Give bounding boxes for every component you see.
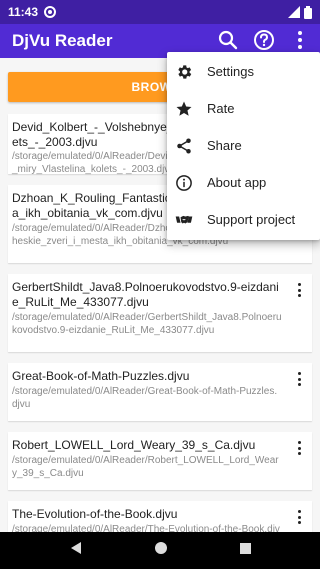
file-item[interactable]: Robert_LOWELL_Lord_Weary_39_s_Ca.djvu /s… — [8, 432, 312, 490]
more-options-icon[interactable] — [288, 28, 312, 52]
file-path: /storage/emulated/0/AlReader/Great-Book-… — [12, 386, 278, 410]
menu-label: About app — [207, 175, 267, 190]
status-time: 11:43 — [8, 5, 39, 19]
info-icon — [175, 174, 193, 192]
search-icon[interactable] — [216, 28, 240, 52]
status-bar: 11:43 — [0, 0, 320, 24]
battery-icon — [304, 5, 312, 19]
item-menu-icon[interactable] — [292, 280, 306, 300]
menu-item-about[interactable]: About app — [167, 164, 320, 201]
back-icon[interactable] — [69, 541, 83, 560]
file-name: Robert_LOWELL_Lord_Weary_39_s_Ca.djvu — [12, 438, 256, 452]
overflow-menu: Settings Rate Share About app Support pr… — [167, 52, 320, 240]
gear-icon — [175, 63, 193, 81]
share-icon — [175, 137, 193, 155]
home-icon[interactable] — [153, 540, 169, 561]
menu-item-rate[interactable]: Rate — [167, 90, 320, 127]
menu-item-settings[interactable]: Settings — [167, 53, 320, 90]
handshake-icon — [175, 211, 193, 229]
file-name: The-Evolution-of-the-Book.djvu — [12, 507, 178, 521]
recents-icon[interactable] — [239, 542, 252, 560]
menu-label: Support project — [207, 212, 296, 227]
item-menu-icon[interactable] — [292, 507, 306, 527]
app-title: DjVu Reader — [12, 31, 113, 50]
signal-icon — [288, 6, 300, 18]
menu-label: Settings — [207, 64, 254, 79]
item-menu-icon[interactable] — [292, 369, 306, 389]
menu-item-share[interactable]: Share — [167, 127, 320, 164]
navigation-bar — [0, 532, 320, 569]
menu-label: Rate — [207, 101, 235, 116]
file-item[interactable]: Great-Book-of-Math-Puzzles.djvu /storage… — [8, 363, 312, 421]
help-icon[interactable] — [252, 28, 276, 52]
file-item[interactable]: GerbertShildt_Java8.Polnoerukovodstvo.9-… — [8, 274, 312, 352]
menu-item-support[interactable]: Support project — [167, 201, 320, 238]
sync-icon — [44, 6, 57, 18]
file-name: Great-Book-of-Math-Puzzles.djvu — [12, 369, 190, 383]
item-menu-icon[interactable] — [292, 438, 306, 458]
star-icon — [175, 100, 193, 118]
file-name: GerbertShildt_Java8.Polnoerukovodstvo.9-… — [12, 280, 279, 309]
file-path: /storage/emulated/0/AlReader/Robert_LOWE… — [12, 455, 279, 479]
menu-label: Share — [207, 138, 242, 153]
file-path: /storage/emulated/0/AlReader/GerbertShil… — [12, 312, 282, 336]
